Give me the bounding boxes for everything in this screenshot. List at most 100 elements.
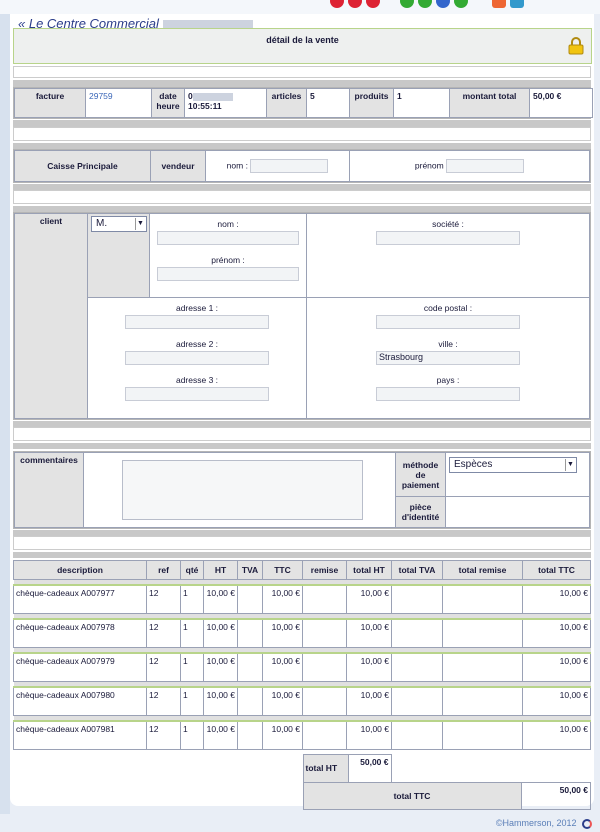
column-header: description — [13, 560, 147, 580]
status-icon-2[interactable] — [418, 0, 432, 8]
pays-field[interactable] — [376, 387, 520, 401]
cell-remise — [302, 652, 347, 682]
column-header: ref — [146, 560, 181, 580]
cell-total-remise — [442, 584, 523, 614]
montant-value: 50,00 € — [529, 88, 593, 118]
vendeur-prenom-label: prénom — [414, 160, 444, 171]
client-prenom-label: prénom : — [211, 255, 245, 265]
tool-icon-1[interactable] — [330, 0, 344, 8]
cell-ttc: 10,00 € — [262, 686, 303, 716]
vendeur-label: vendeur — [150, 150, 206, 182]
cell-ht: 10,00 € — [203, 618, 238, 648]
column-header: total remise — [442, 560, 523, 580]
comments-section: commentaires méthode de paiement Espèces… — [13, 451, 591, 529]
caisse-section: Caisse Principale vendeur nom : prénom — [13, 149, 591, 183]
cell-ht: 10,00 € — [203, 686, 238, 716]
column-header: total TVA — [391, 560, 443, 580]
top-strip — [0, 0, 600, 14]
vendeur-nom-field[interactable] — [250, 159, 329, 173]
date-label: date heure — [151, 88, 185, 118]
ville-field[interactable]: Strasbourg — [376, 351, 520, 365]
cell-total-tva — [391, 618, 443, 648]
facture-label: facture — [14, 88, 86, 118]
cell-qte: 1 — [180, 720, 204, 750]
separator — [13, 443, 591, 449]
client-prenom-field[interactable] — [157, 267, 299, 281]
tool-icon-2[interactable] — [348, 0, 362, 8]
cell-remise — [302, 584, 347, 614]
civility-select[interactable]: M. ▼ — [91, 216, 147, 232]
cell-total-ttc: 10,00 € — [522, 686, 591, 716]
client-nom-field[interactable] — [157, 231, 299, 245]
cell-total-ttc: 10,00 € — [522, 584, 591, 614]
vendeur-nom-label: nom : — [226, 160, 248, 171]
cell-total-tva — [391, 720, 443, 750]
cell-total-remise — [442, 720, 523, 750]
table-row[interactable]: chèque-cadeaux A007979 12 1 10,00 €10,00 €1… — [13, 652, 591, 682]
separator — [13, 120, 591, 127]
ville-label: ville : — [438, 339, 458, 349]
piece-cell[interactable] — [445, 496, 590, 528]
total-ht-label: total HT — [302, 754, 349, 783]
cell-total-ht: 10,00 € — [346, 652, 392, 682]
page-title: détail de la vente — [266, 35, 339, 45]
table-row[interactable]: chèque-cadeaux A007980 12 1 10,00 €10,00 €1… — [13, 686, 591, 716]
column-header: total TTC — [522, 560, 591, 580]
action-icon-1[interactable] — [492, 0, 506, 8]
cell-total-ht: 10,00 € — [346, 686, 392, 716]
items-section: description ref qté HT TVA TTC remise total HT t… — [13, 560, 591, 810]
code-postal-field[interactable] — [376, 315, 520, 329]
status-icon-4[interactable] — [454, 0, 468, 8]
cell-description: chèque-cadeaux A007977 — [13, 584, 147, 614]
client-section: client M. ▼ nom : prénom : société : adre — [13, 212, 591, 420]
cell-ht: 10,00 € — [203, 584, 238, 614]
lock-icon[interactable] — [567, 37, 585, 55]
produits-label: produits — [349, 88, 394, 118]
cell-total-ht: 10,00 € — [346, 584, 392, 614]
adresse3-field[interactable] — [125, 387, 269, 401]
montant-label: montant total — [449, 88, 530, 118]
tool-icon-3[interactable] — [366, 0, 380, 8]
action-icon-2[interactable] — [510, 0, 524, 8]
societe-field[interactable] — [376, 231, 520, 245]
payment-method-select[interactable]: Espèces ▼ — [449, 457, 577, 473]
cell-total-remise — [442, 652, 523, 682]
status-icon-3[interactable] — [436, 0, 450, 8]
code-postal-label: code postal : — [423, 303, 473, 313]
cell-tva — [237, 652, 263, 682]
pays-label: pays : — [436, 375, 460, 385]
cell-total-ttc: 10,00 € — [522, 652, 591, 682]
cell-ttc: 10,00 € — [262, 720, 303, 750]
column-header: qté — [180, 560, 204, 580]
cell-ttc: 10,00 € — [262, 584, 303, 614]
adresse1-field[interactable] — [125, 315, 269, 329]
location-cell: code postal : ville : Strasbourg pays : — [306, 297, 590, 419]
cell-description: chèque-cadeaux A007979 — [13, 652, 147, 682]
total-ttc-label: total TTC — [302, 781, 522, 810]
piece-label: pièce d'identité — [395, 496, 446, 528]
status-icon-1[interactable] — [400, 0, 414, 8]
facture-link[interactable]: 29759 — [85, 88, 152, 118]
footer: ©Hammerson, 2012 — [496, 818, 592, 829]
methode-label: méthode de paiement — [395, 452, 446, 497]
cell-description: chèque-cadeaux A007981 — [13, 720, 147, 750]
cell-qte: 1 — [180, 652, 204, 682]
hammerson-logo-icon[interactable] — [582, 818, 592, 829]
adresse2-field[interactable] — [125, 351, 269, 365]
separator — [13, 552, 591, 558]
column-header: HT — [203, 560, 238, 580]
table-row[interactable]: chèque-cadeaux A007978 12 1 10,00 €10,00 €1… — [13, 618, 591, 648]
caisse-label: Caisse Principale — [14, 150, 151, 182]
cell-total-ht: 10,00 € — [346, 720, 392, 750]
cell-total-ttc: 10,00 € — [522, 618, 591, 648]
comments-textarea[interactable] — [122, 460, 363, 520]
total-ttc-value: 50,00 € — [520, 781, 591, 810]
articles-value: 5 — [306, 88, 350, 118]
table-row[interactable]: chèque-cadeaux A007981 12 1 10,00 €10,00 €1… — [13, 720, 591, 750]
table-row[interactable]: chèque-cadeaux A007977 12 1 10,00 €10,00 €1… — [13, 584, 591, 614]
invoice-summary: facture 29759 date heure 0 10:55:11 artic… — [13, 87, 593, 119]
cell-total-tva — [391, 584, 443, 614]
page: « Le Centre Commercial détail de la vent… — [10, 14, 594, 810]
spacer — [13, 427, 591, 441]
vendeur-prenom-field[interactable] — [446, 159, 525, 173]
